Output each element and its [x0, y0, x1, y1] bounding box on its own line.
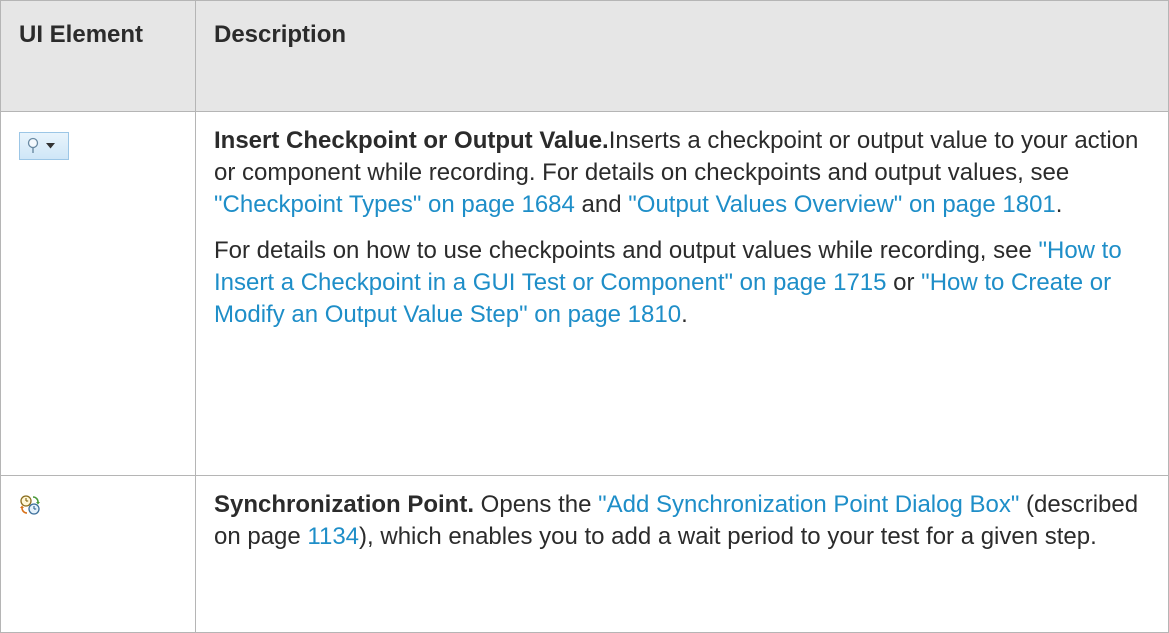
checkpoint-description-paragraph: Insert Checkpoint or Output Value.Insert… [214, 125, 1150, 221]
ui-element-table: UI Element Description Insert Checkpoint… [0, 0, 1169, 633]
synchronization-point-icon[interactable] [19, 494, 41, 521]
table-row: Insert Checkpoint or Output Value.Insert… [0, 111, 1169, 476]
header-ui-element: UI Element [0, 0, 196, 112]
chevron-down-icon [46, 143, 55, 149]
table-header-row: UI Element Description [0, 0, 1169, 112]
checkpoint-text-2: and [574, 191, 629, 218]
checkpoint-title: Insert Checkpoint or Output Value. [214, 127, 609, 154]
details-text-2: or [886, 269, 922, 296]
ui-element-cell [0, 475, 196, 633]
sync-description-paragraph: Synchronization Point. Opens the "Add Sy… [214, 489, 1150, 553]
insert-checkpoint-button[interactable] [19, 132, 69, 160]
sync-text-1: Opens the [474, 491, 599, 518]
checkpoint-text-3: . [1055, 191, 1063, 218]
output-values-overview-link[interactable]: "Output Values Overview" on page 1801 [628, 191, 1056, 218]
page-1134-link[interactable]: 1134 [307, 523, 359, 550]
checkpoint-details-paragraph: For details on how to use checkpoints an… [214, 235, 1150, 331]
description-cell: Synchronization Point. Opens the "Add Sy… [195, 475, 1169, 633]
details-text-1: For details on how to use checkpoints an… [214, 237, 1039, 264]
header-description: Description [195, 0, 1169, 112]
sync-text-3: ), which enables you to add a wait perio… [359, 523, 1097, 550]
details-text-3: . [681, 301, 688, 328]
table-row: Synchronization Point. Opens the "Add Sy… [0, 475, 1169, 633]
checkpoint-icon [27, 137, 39, 153]
add-sync-point-dialog-link[interactable]: "Add Synchronization Point Dialog Box" [598, 491, 1019, 518]
checkpoint-types-link[interactable]: "Checkpoint Types" on page 1684 [214, 191, 575, 218]
ui-element-cell [0, 111, 196, 476]
description-cell: Insert Checkpoint or Output Value.Insert… [195, 111, 1169, 476]
sync-title: Synchronization Point. [214, 491, 475, 518]
